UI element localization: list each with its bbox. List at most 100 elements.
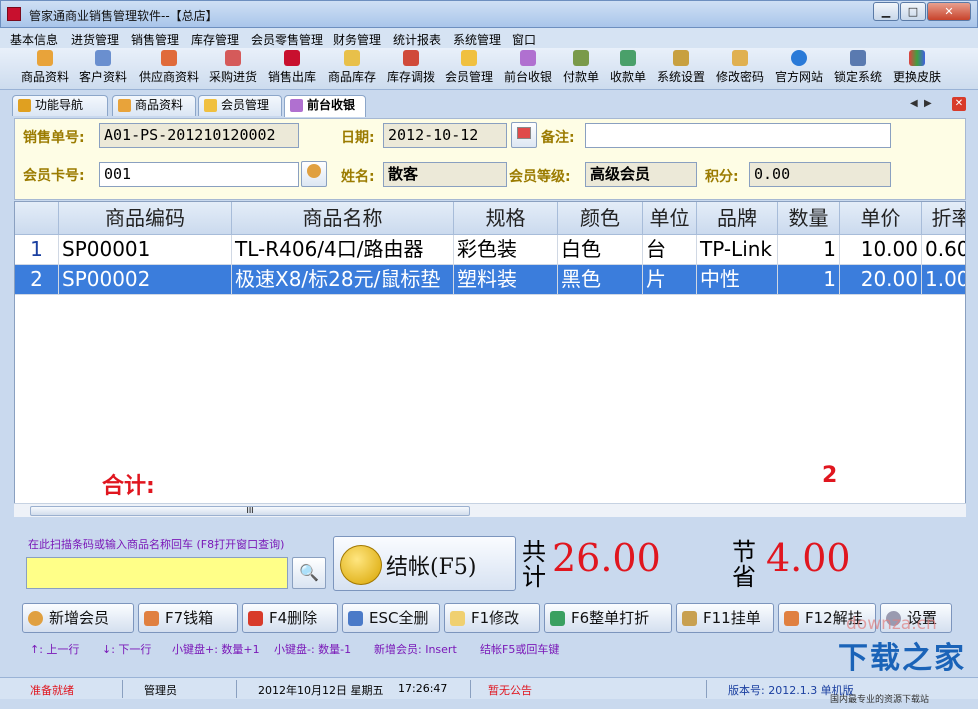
tool-customers[interactable]: 客户资料 [78,50,128,85]
cell-price[interactable]: 10.00 [840,235,922,265]
menu-sales[interactable]: 销售管理 [131,31,179,48]
watermark-url: downza.cn [846,614,937,634]
barcode-input[interactable] [26,557,288,589]
note-field[interactable] [585,123,891,148]
clear-all-button[interactable]: ESC全删 [342,603,440,633]
hint-item: 小键盘+: 数量+1 [172,643,260,656]
saved-label: 节省 [732,538,756,591]
minimize-button[interactable]: ▁ [873,2,899,21]
tool-website[interactable]: 官方网站 [773,50,825,85]
status-user: 管理员 [144,684,177,697]
tool-members[interactable]: 会员管理 [443,50,495,85]
tool-pos[interactable]: 前台收银 [502,50,554,85]
menu-inventory[interactable]: 库存管理 [191,31,239,48]
tool-settings[interactable]: 系统设置 [655,50,707,85]
level-field[interactable]: 高级会员 [585,162,697,187]
table-row-index[interactable]: 1 [15,235,59,265]
cell-rate[interactable]: 0.60 [922,235,965,265]
points-field[interactable]: 0.00 [749,162,891,187]
col-header-color[interactable]: 颜色 [558,202,643,235]
discount-button[interactable]: F6整单打折 [544,603,672,633]
tool-receipt[interactable]: 收款单 [608,50,648,85]
cell-unit[interactable]: 台 [643,235,697,265]
tab-members[interactable]: 会员管理 [198,95,282,116]
menu-basic-info[interactable]: 基本信息 [10,31,58,48]
hint-item: ↓: 下一行 [102,643,152,656]
close-button[interactable]: ✕ [927,2,971,21]
table-row-index[interactable]: 2 [15,265,59,295]
new-member-button[interactable]: 新增会员 [22,603,134,633]
search-button[interactable]: 🔍 [292,557,326,589]
delete-icon [248,611,263,626]
tool-password[interactable]: 修改密码 [714,50,766,85]
lock-icon [850,50,866,66]
cell-name[interactable]: 极速X8/标28元/鼠标垫 [232,265,454,295]
checkout-label: 结帐(F5) [386,555,477,580]
sale-no-field[interactable]: A01-PS-201210120002 [99,123,299,148]
delete-button[interactable]: F4删除 [242,603,338,633]
checkout-button[interactable]: 结帐(F5) [333,536,516,591]
cell-unit[interactable]: 片 [643,265,697,295]
cell-qty[interactable]: 1 [778,235,840,265]
ie-icon [791,50,807,66]
tab-close-icon[interactable]: ✕ [952,97,966,111]
col-header-spec[interactable]: 规格 [454,202,558,235]
edit-button[interactable]: F1修改 [444,603,540,633]
col-header-qty[interactable]: 数量 [778,202,840,235]
menu-finance[interactable]: 财务管理 [333,31,381,48]
col-header-name[interactable]: 商品名称 [232,202,454,235]
name-label: 姓名: [341,169,375,185]
name-field[interactable]: 散客 [383,162,507,187]
cell-rate[interactable]: 1.00 [922,265,965,295]
col-header-unit[interactable]: 单位 [643,202,697,235]
tool-skin[interactable]: 更换皮肤 [891,50,943,85]
gift-icon [284,50,300,66]
cell-color[interactable]: 黑色 [558,265,643,295]
col-header-rate[interactable]: 折率 [922,202,965,235]
col-header-brand[interactable]: 品牌 [697,202,778,235]
hold-order-button[interactable]: F11挂单 [676,603,774,633]
tab-pos[interactable]: 前台收银 [284,95,366,117]
cell-name[interactable]: TL-R406/4口/路由器 [232,235,454,265]
cell-code[interactable]: SP00001 [59,235,232,265]
menu-purchase[interactable]: 进货管理 [71,31,119,48]
cell-color[interactable]: 白色 [558,235,643,265]
menu-system[interactable]: 系统管理 [453,31,501,48]
tool-sales-out[interactable]: 销售出库 [266,50,318,85]
select-member-button[interactable] [301,161,327,187]
col-header-code[interactable]: 商品编码 [59,202,232,235]
scrollbar-thumb[interactable]: III [30,506,470,516]
cash-drawer-button[interactable]: F7钱箱 [138,603,238,633]
tool-stock[interactable]: 商品库存 [326,50,378,85]
card-no-field[interactable]: 001 [99,162,299,187]
tab-products[interactable]: 商品资料 [112,95,196,116]
maximize-button[interactable]: □ [900,2,926,21]
calendar-button[interactable] [511,122,537,148]
cell-spec[interactable]: 塑料装 [454,265,558,295]
menu-reports[interactable]: 统计报表 [393,31,441,48]
cell-brand[interactable]: TP-Link [697,235,778,265]
horizontal-scrollbar[interactable]: III [14,503,966,517]
cell-code[interactable]: SP00002 [59,265,232,295]
cell-qty[interactable]: 1 [778,265,840,295]
tool-products[interactable]: 商品资料 [20,50,70,85]
menu-member-retail[interactable]: 会员零售管理 [251,31,323,48]
purchase-icon [225,50,241,66]
tab-prev-icon[interactable]: ◀ [910,98,918,109]
tool-transfer[interactable]: 库存调拨 [385,50,437,85]
tab-next-icon[interactable]: ▶ [924,98,932,109]
tool-lock[interactable]: 锁定系统 [832,50,884,85]
col-header-price[interactable]: 单价 [840,202,922,235]
sale-no-label: 销售单号: [23,130,85,146]
toolbar: 商品资料 客户资料 供应商资料 采购进货 销售出库 商品库存 库存调拨 会员管理… [0,48,978,90]
tool-purchase[interactable]: 采购进货 [207,50,259,85]
tool-payment[interactable]: 付款单 [561,50,601,85]
tab-function-nav[interactable]: 功能导航 [12,95,108,116]
cell-spec[interactable]: 彩色装 [454,235,558,265]
date-field[interactable]: 2012-10-12 [383,123,507,148]
cell-price[interactable]: 20.00 [840,265,922,295]
cell-brand[interactable]: 中性 [697,265,778,295]
menu-window[interactable]: 窗口 [512,31,536,48]
tool-suppliers[interactable]: 供应商资料 [138,50,200,85]
app-icon [7,7,21,21]
